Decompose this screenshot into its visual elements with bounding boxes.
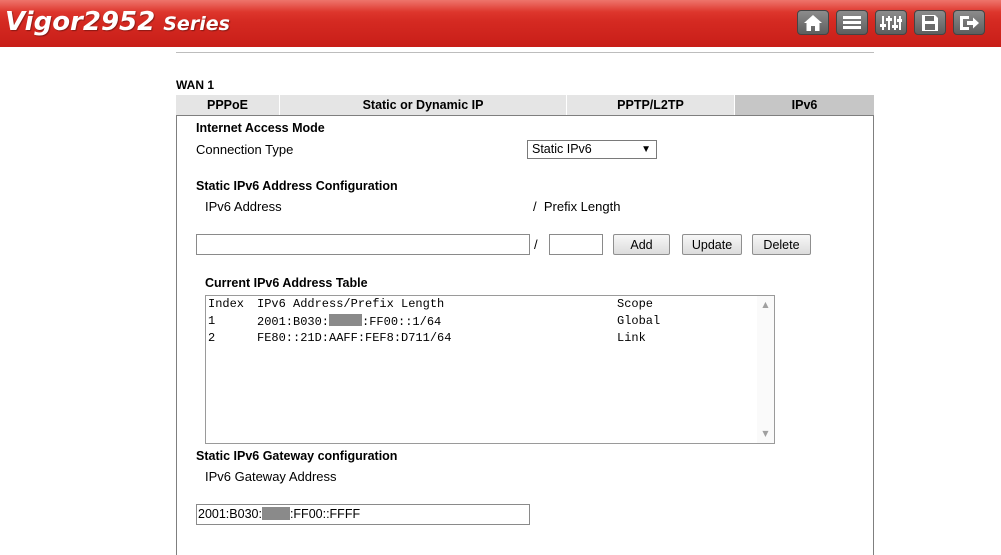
row-index: 2 <box>208 331 216 345</box>
row-address: 2001:B030: :FF00::1/64 <box>257 314 441 329</box>
tab-pppoe[interactable]: PPPoE <box>176 95 280 115</box>
brand-series: Series <box>163 13 230 35</box>
static-config-title: Static IPv6 Address Configuration <box>196 179 398 193</box>
redacted-mask <box>261 507 290 520</box>
row-address-suffix: :FF00::1/64 <box>362 315 442 329</box>
wan-tabs: PPPoE Static or Dynamic IP PPTP/L2TP IPv… <box>176 95 874 115</box>
column-header-address: IPv6 Address/Prefix Length <box>257 297 445 311</box>
connection-type-select[interactable]: Static IPv6 ▼ <box>527 140 657 159</box>
brand-model: Vigor2952 <box>5 7 156 37</box>
gateway-address-label: IPv6 Gateway Address <box>205 469 337 484</box>
settings-button[interactable] <box>875 10 907 35</box>
ipv6-address-label: IPv6 Address <box>205 199 282 214</box>
gateway-config-title: Static IPv6 Gateway configuration <box>196 449 398 463</box>
gateway-value-suffix: :FF00::FFFF <box>289 507 361 521</box>
row-address: FE80::21D:AAFF:FEF8:D711/64 <box>257 331 452 345</box>
home-icon <box>804 14 822 31</box>
row-scope: Global <box>617 314 661 328</box>
tab-static-dynamic-ip[interactable]: Static or Dynamic IP <box>280 95 567 115</box>
tab-pptp-l2tp[interactable]: PPTP/L2TP <box>567 95 735 115</box>
header-banner: Vigor2952 Series <box>0 0 1001 47</box>
column-header-scope: Scope <box>617 297 654 311</box>
prefix-slash: / <box>534 237 538 252</box>
save-button[interactable] <box>914 10 946 35</box>
connection-type-value: Static IPv6 <box>532 142 592 156</box>
row-address-prefix: 2001:B030: <box>257 315 330 329</box>
row-index: 1 <box>208 314 216 328</box>
address-table-title: Current IPv6 Address Table <box>205 276 368 290</box>
list-icon <box>843 15 861 29</box>
ipv6-address-input[interactable] <box>196 234 530 255</box>
scroll-up-icon[interactable]: ▲ <box>757 298 774 312</box>
logout-button[interactable] <box>953 10 985 35</box>
ipv6-address-table[interactable]: Index IPv6 Address/Prefix Length Scope 1… <box>205 295 775 444</box>
header-toolbar <box>797 10 985 35</box>
column-header-index: Index <box>208 297 245 311</box>
add-button[interactable]: Add <box>613 234 670 255</box>
delete-button[interactable]: Delete <box>752 234 811 255</box>
redacted-mask <box>329 314 363 326</box>
row-scope: Link <box>617 331 646 345</box>
dropdown-arrow-icon: ▼ <box>641 144 651 155</box>
gateway-address-input[interactable]: 2001:B030: :FF00::FFFF <box>196 504 530 525</box>
brand-logo: Vigor2952 Series <box>5 7 230 37</box>
list-button[interactable] <box>836 10 868 35</box>
sliders-icon <box>880 15 902 30</box>
prefix-length-input[interactable] <box>549 234 603 255</box>
internet-access-title: Internet Access Mode <box>196 121 325 135</box>
header-divider <box>176 52 874 53</box>
gateway-value-prefix: 2001:B030: <box>198 507 262 521</box>
prefix-length-label: / Prefix Length <box>533 199 621 214</box>
save-icon <box>922 14 938 31</box>
scroll-down-icon[interactable]: ▼ <box>757 427 774 441</box>
home-button[interactable] <box>797 10 829 35</box>
update-button[interactable]: Update <box>682 234 742 255</box>
table-scrollbar[interactable]: ▲ ▼ <box>757 296 774 443</box>
wan-title: WAN 1 <box>176 78 215 92</box>
connection-type-label: Connection Type <box>196 142 294 157</box>
logout-icon <box>960 15 979 30</box>
tab-ipv6[interactable]: IPv6 <box>735 95 874 115</box>
